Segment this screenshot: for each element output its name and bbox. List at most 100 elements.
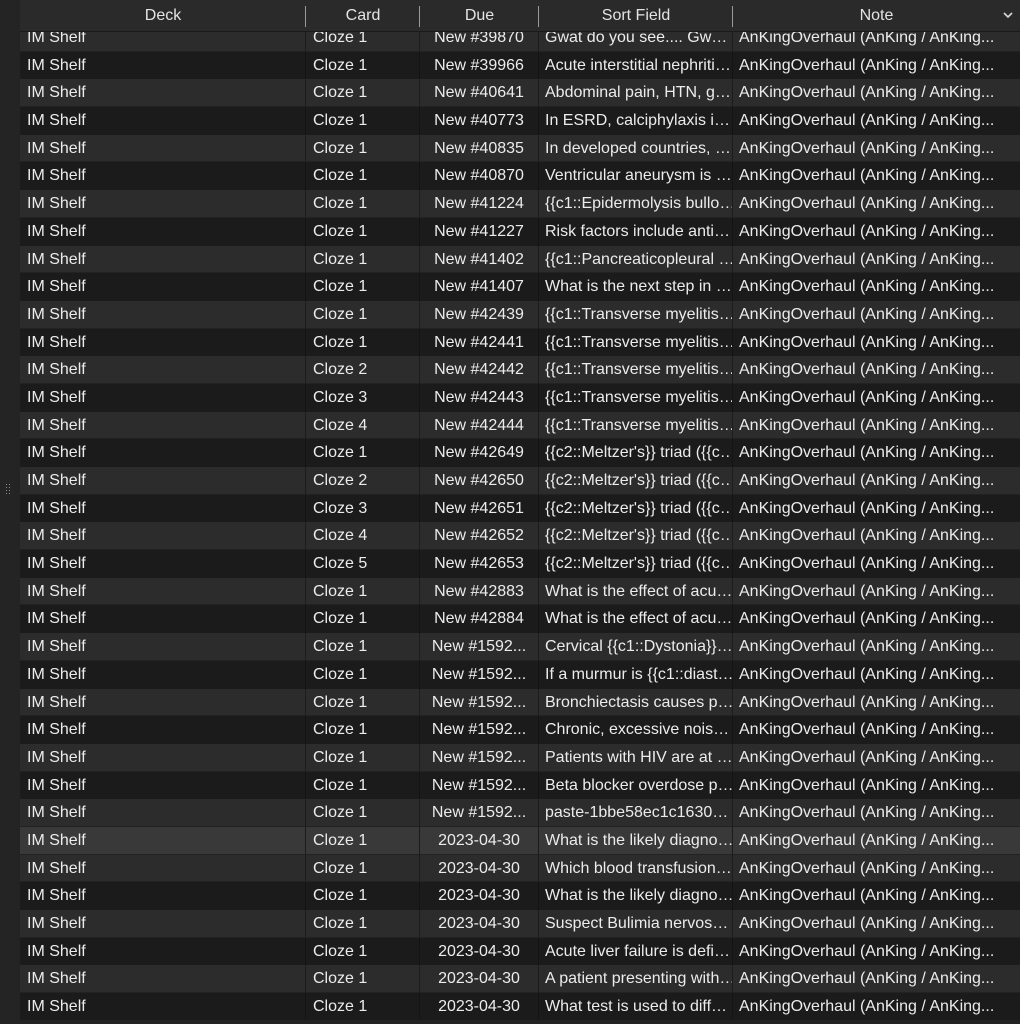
cell-due: New #42439	[420, 300, 539, 329]
table-row[interactable]: IM Shelf Cloze 1 2023-04-30 What is the lik…	[20, 826, 1020, 855]
table-row[interactable]: IM Shelf Cloze 1 New #41402 {{c1::Pancreati…	[20, 245, 1020, 274]
cell-note: AnKingOverhaul (AnKing / AnKing...	[733, 799, 1020, 827]
card-browser-table: Deck Card Due Sort Field Note IM Shelf Cl…	[20, 0, 1020, 1020]
table-row[interactable]: IM Shelf Cloze 1 New #41227 Risk factors in…	[20, 217, 1020, 246]
cell-note: AnKingOverhaul (AnKing / AnKing...	[733, 467, 1020, 495]
table-row[interactable]: IM Shelf Cloze 1 New #1592... paste-1bbe58e…	[20, 799, 1020, 827]
chevron-down-icon[interactable]	[1002, 0, 1014, 43]
cell-deck: IM Shelf	[20, 273, 306, 301]
cell-deck: IM Shelf	[20, 134, 306, 163]
table-row[interactable]: IM Shelf Cloze 3 New #42651 {{c2::Meltzer's…	[20, 494, 1020, 523]
table-row[interactable]: IM Shelf Cloze 1 New #40835 In developed co…	[20, 134, 1020, 163]
grip-dot	[8, 483, 10, 485]
cell-card: Cloze 1	[306, 577, 420, 606]
table-row[interactable]: IM Shelf Cloze 3 New #42443 {{c1::Transvers…	[20, 383, 1020, 412]
cell-deck: IM Shelf	[20, 467, 306, 495]
table-row[interactable]: IM Shelf Cloze 1 New #1592... Beta blocker …	[20, 771, 1020, 800]
column-header-label: Sort Field	[601, 7, 671, 24]
cell-card: Cloze 1	[306, 910, 420, 938]
cell-card: Cloze 1	[306, 799, 420, 827]
table-row[interactable]: IM Shelf Cloze 1 2023-04-30 What test is us…	[20, 993, 1020, 1020]
cell-note: AnKingOverhaul (AnKing / AnKing...	[739, 388, 995, 406]
table-row[interactable]: IM Shelf Cloze 1 New #42649 {{c2::Meltzer's…	[20, 439, 1020, 467]
cell-deck: IM Shelf	[20, 993, 306, 1020]
table-row[interactable]: IM Shelf Cloze 1 New #40773 In ESRD, calcip…	[20, 107, 1020, 135]
table-row[interactable]: IM Shelf Cloze 1 New #42441 {{c1::Transvers…	[20, 328, 1020, 357]
cell-note: AnKingOverhaul (AnKing / AnKing...	[739, 499, 995, 517]
cell-note: AnKingOverhaul (AnKing / AnKing...	[733, 301, 1020, 329]
table-row[interactable]: IM Shelf Cloze 1 New #41407 What is the nex…	[20, 273, 1020, 301]
cell-sort-field: What test is used to diff…	[539, 993, 733, 1020]
cell-due: 2023-04-30	[420, 826, 539, 855]
cell-due: New #1592...	[420, 743, 539, 772]
cell-due: 2023-04-30	[420, 882, 539, 910]
splitter-handle[interactable]	[5, 483, 11, 499]
cell-deck: IM Shelf	[20, 771, 306, 800]
table-header: Deck Card Due Sort Field Note	[20, 0, 1020, 32]
cell-deck: IM Shelf	[20, 51, 306, 80]
cell-note: AnKingOverhaul (AnKing / AnKing...	[733, 965, 1020, 993]
column-header-deck[interactable]: Deck	[20, 0, 306, 31]
cell-card: Cloze 1	[306, 134, 420, 163]
cell-due: New #1592...	[420, 633, 539, 661]
cell-card: Cloze 1	[306, 605, 420, 634]
table-row[interactable]: IM Shelf Cloze 1 New #40641 Abdominal pain,…	[20, 79, 1020, 108]
cell-note: AnKingOverhaul (AnKing / AnKing...	[739, 776, 995, 794]
table-row[interactable]: IM Shelf Cloze 1 New #42884 What is the eff…	[20, 605, 1020, 634]
table-row[interactable]: IM Shelf Cloze 1 New #42883 What is the eff…	[20, 577, 1020, 606]
cell-sort-field: In developed countries, …	[539, 134, 733, 163]
cell-note: AnKingOverhaul (AnKing / AnKing...	[739, 167, 995, 185]
column-header-label: Deck	[144, 7, 182, 24]
cell-sort-field: Beta blocker overdose p…	[539, 771, 733, 800]
cell-sort-field: {{c2::Meltzer's}} triad ({{c…	[539, 439, 733, 467]
cell-due: 2023-04-30	[420, 910, 539, 938]
cell-due: New #1592...	[420, 716, 539, 744]
table-row[interactable]: IM Shelf Cloze 2 New #42650 {{c2::Meltzer's…	[20, 467, 1020, 495]
table-row[interactable]: IM Shelf Cloze 1 New #39966 Acute interstit…	[20, 51, 1020, 80]
cell-due: 2023-04-30	[420, 965, 539, 994]
cell-deck: IM Shelf	[20, 190, 306, 218]
cell-card: Cloze 5	[306, 550, 420, 578]
cell-deck: IM Shelf	[20, 550, 306, 578]
grip-dot	[5, 492, 7, 494]
cell-deck: IM Shelf	[20, 826, 306, 855]
cell-due: New #40870	[420, 162, 539, 191]
table-row[interactable]: IM Shelf Cloze 1 2023-04-30 A patient prese…	[20, 965, 1020, 994]
table-row[interactable]: IM Shelf Cloze 1 New #42439 {{c1::Transvers…	[20, 300, 1020, 329]
cell-sort-field: {{c1::Transverse myelitis…	[539, 300, 733, 329]
cell-deck: IM Shelf	[20, 660, 306, 689]
column-header-note[interactable]: Note	[733, 0, 1020, 31]
column-header-card[interactable]: Card	[306, 0, 420, 31]
table-row[interactable]: IM Shelf Cloze 1 2023-04-30 What is the lik…	[20, 882, 1020, 910]
table-row[interactable]: IM Shelf Cloze 4 New #42444 {{c1::Transvers…	[20, 411, 1020, 440]
cell-due: New #40835	[420, 134, 539, 163]
cell-sort-field: Bronchiectasis causes p…	[539, 688, 733, 717]
table-row[interactable]: IM Shelf Cloze 1 New #1592... Patients with…	[20, 743, 1020, 772]
column-header-due[interactable]: Due	[420, 0, 539, 31]
table-row[interactable]: IM Shelf Cloze 1 New #1592... Cervical {{c1…	[20, 633, 1020, 661]
cell-due: New #1592...	[420, 771, 539, 800]
table-row[interactable]: IM Shelf Cloze 1 New #1592... If a murmur i…	[20, 660, 1020, 689]
cell-note: AnKingOverhaul (AnKing / AnKing...	[733, 827, 1020, 855]
cell-sort-field: In ESRD, calciphylaxis i…	[539, 107, 733, 135]
cell-note: AnKingOverhaul (AnKing / AnKing...	[733, 578, 1020, 606]
table-row[interactable]: IM Shelf Cloze 1 New #1592... Chronic, exce…	[20, 716, 1020, 744]
table-row[interactable]: IM Shelf Cloze 2 New #42442 {{c1::Transvers…	[20, 356, 1020, 384]
table-row[interactable]: IM Shelf Cloze 4 New #42652 {{c2::Meltzer's…	[20, 522, 1020, 551]
table-row[interactable]: IM Shelf Cloze 1 New #41224 {{c1::Epidermol…	[20, 190, 1020, 218]
table-row[interactable]: IM Shelf Cloze 1 2023-04-30 Suspect Bulimia…	[20, 910, 1020, 938]
cell-sort-field: Acute liver failure is defi…	[539, 937, 733, 966]
cell-due: New #42441	[420, 328, 539, 357]
table-row[interactable]: IM Shelf Cloze 1 2023-04-30 Acute liver fai…	[20, 937, 1020, 966]
cell-card: Cloze 1	[306, 882, 420, 910]
table-row[interactable]: IM Shelf Cloze 1 2023-04-30 Which blood tra…	[20, 854, 1020, 883]
column-header-sort-field[interactable]: Sort Field	[539, 0, 733, 31]
cell-deck: IM Shelf	[20, 910, 306, 938]
table-row[interactable]: IM Shelf Cloze 1 New #40870 Ventricular ane…	[20, 162, 1020, 191]
table-row[interactable]: IM Shelf Cloze 5 New #42653 {{c2::Meltzer's…	[20, 550, 1020, 578]
cell-card: Cloze 4	[306, 411, 420, 440]
cell-deck: IM Shelf	[20, 245, 306, 274]
cell-card: Cloze 1	[306, 633, 420, 661]
cell-note: AnKingOverhaul (AnKing / AnKing...	[739, 56, 995, 74]
table-row[interactable]: IM Shelf Cloze 1 New #1592... Bronchiectasi…	[20, 688, 1020, 717]
